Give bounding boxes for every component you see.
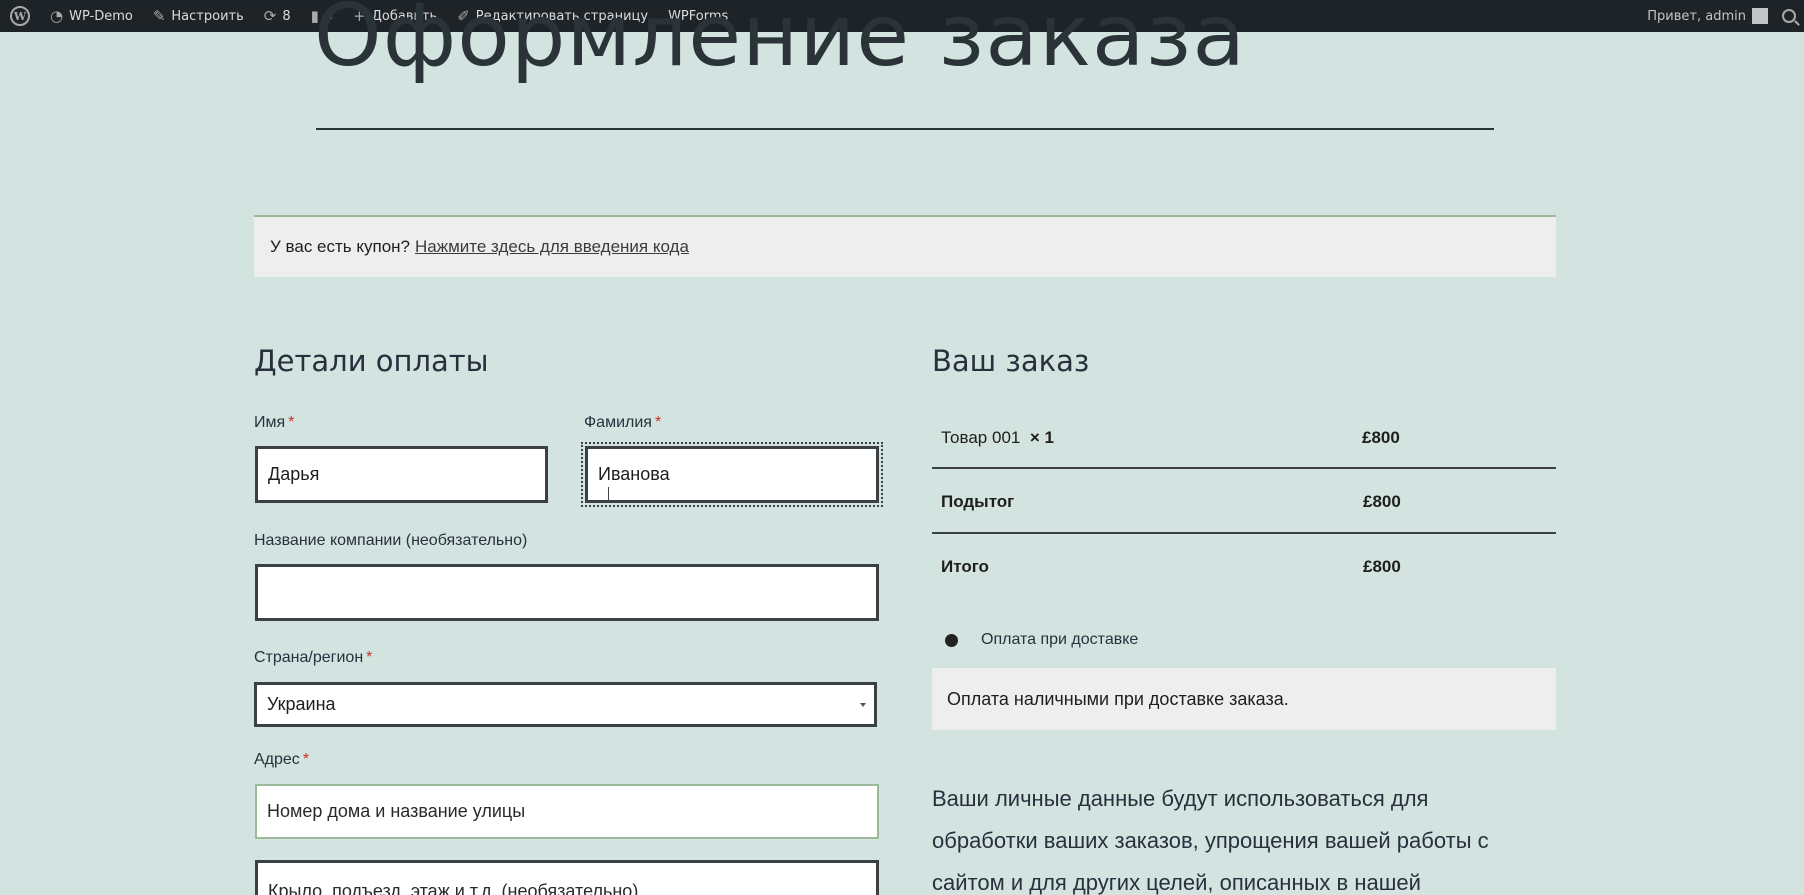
billing-heading: Детали оплаты bbox=[254, 344, 489, 378]
country-label: Страна/регион * bbox=[254, 649, 372, 667]
avatar[interactable] bbox=[1752, 8, 1768, 24]
dashboard-icon: ◔ bbox=[50, 6, 64, 25]
first-name-label: Имя * bbox=[254, 414, 294, 432]
site-name-menu[interactable]: ◔ WP-Demo bbox=[40, 0, 143, 32]
text-cursor bbox=[608, 487, 609, 501]
last-name-label-text: Фамилия bbox=[584, 414, 652, 431]
updates-menu[interactable]: ⟳ 8 bbox=[254, 0, 301, 32]
required-mark: * bbox=[366, 649, 373, 666]
customize-menu[interactable]: ✎ Настроить bbox=[143, 0, 254, 32]
subtotal-label: Подытог bbox=[941, 492, 1015, 511]
address-line1-input[interactable]: Номер дома и название улицы bbox=[255, 784, 879, 839]
address-line1-placeholder: Номер дома и название улицы bbox=[267, 801, 526, 821]
country-select[interactable]: Украина bbox=[254, 682, 877, 727]
country-label-text: Страна/регион bbox=[254, 649, 364, 666]
order-item-row: Товар 001 × 1 £800 bbox=[932, 428, 1556, 448]
item-quantity: × 1 bbox=[1029, 428, 1054, 447]
required-mark: * bbox=[302, 751, 310, 768]
country-value: Украина bbox=[267, 694, 336, 714]
last-name-value: Иванова bbox=[598, 464, 670, 484]
item-name: Товар 001 bbox=[941, 428, 1021, 447]
payment-description: Оплата наличными при доставке заказа. bbox=[932, 668, 1556, 730]
subtotal-row: Подытог £800 bbox=[932, 492, 1556, 512]
first-name-value: Дарья bbox=[268, 464, 320, 484]
coupon-link[interactable]: Нажмите здесь для введения кода bbox=[415, 237, 689, 257]
address-label: Адрес * bbox=[254, 751, 309, 769]
order-divider bbox=[932, 532, 1556, 534]
brush-icon: ✎ bbox=[152, 6, 166, 25]
wordpress-icon: W bbox=[10, 6, 30, 26]
address-line2-input[interactable]: Крыло, подъезд, этаж и т.д. (необязатель… bbox=[255, 860, 879, 895]
last-name-label: Фамилия * bbox=[584, 414, 661, 432]
company-label-text: Название компании (необязательно) bbox=[254, 532, 528, 549]
company-label: Название компании (необязательно) bbox=[254, 532, 527, 550]
total-label: Итого bbox=[941, 557, 989, 576]
payment-description-text: Оплата наличными при доставке заказа. bbox=[947, 688, 1289, 709]
user-greeting[interactable]: Привет, admin bbox=[1647, 9, 1746, 24]
updates-count: 8 bbox=[282, 8, 291, 24]
coupon-question: У вас есть купон? bbox=[270, 237, 410, 256]
subtotal-value: £800 bbox=[1363, 492, 1401, 511]
chevron-down-icon bbox=[860, 702, 866, 707]
coupon-notice: У вас есть купон? Нажмите здесь для введ… bbox=[254, 215, 1556, 277]
privacy-notice: Ваши личные данные будут использоваться … bbox=[932, 786, 1489, 895]
customize-label: Настроить bbox=[171, 8, 244, 24]
first-name-input[interactable]: Дарья bbox=[255, 446, 548, 503]
required-mark: * bbox=[288, 414, 295, 431]
title-divider bbox=[316, 128, 1494, 130]
wp-logo-menu[interactable]: W bbox=[0, 0, 40, 32]
total-row: Итого £800 bbox=[932, 557, 1556, 577]
search-icon[interactable] bbox=[1782, 9, 1796, 23]
item-price: £800 bbox=[1362, 428, 1400, 447]
address-label-text: Адрес bbox=[254, 751, 300, 768]
last-name-input[interactable]: Иванова bbox=[581, 442, 883, 507]
order-heading: Ваш заказ bbox=[932, 344, 1090, 378]
total-value: £800 bbox=[1363, 557, 1401, 576]
payment-radio[interactable] bbox=[945, 634, 958, 647]
page-title: Оформление заказа bbox=[314, 0, 1247, 86]
first-name-label-text: Имя bbox=[254, 414, 286, 431]
order-divider bbox=[932, 467, 1556, 469]
site-name-label: WP-Demo bbox=[69, 8, 133, 24]
required-mark: * bbox=[654, 414, 662, 431]
order-item-name: Товар 001 × 1 bbox=[941, 428, 1054, 448]
updates-icon: ⟳ bbox=[263, 6, 277, 25]
payment-method-label[interactable]: Оплата при доставке bbox=[981, 631, 1138, 649]
company-input[interactable] bbox=[255, 564, 879, 621]
address-line2-placeholder: Крыло, подъезд, этаж и т.д. (необязатель… bbox=[268, 881, 639, 895]
